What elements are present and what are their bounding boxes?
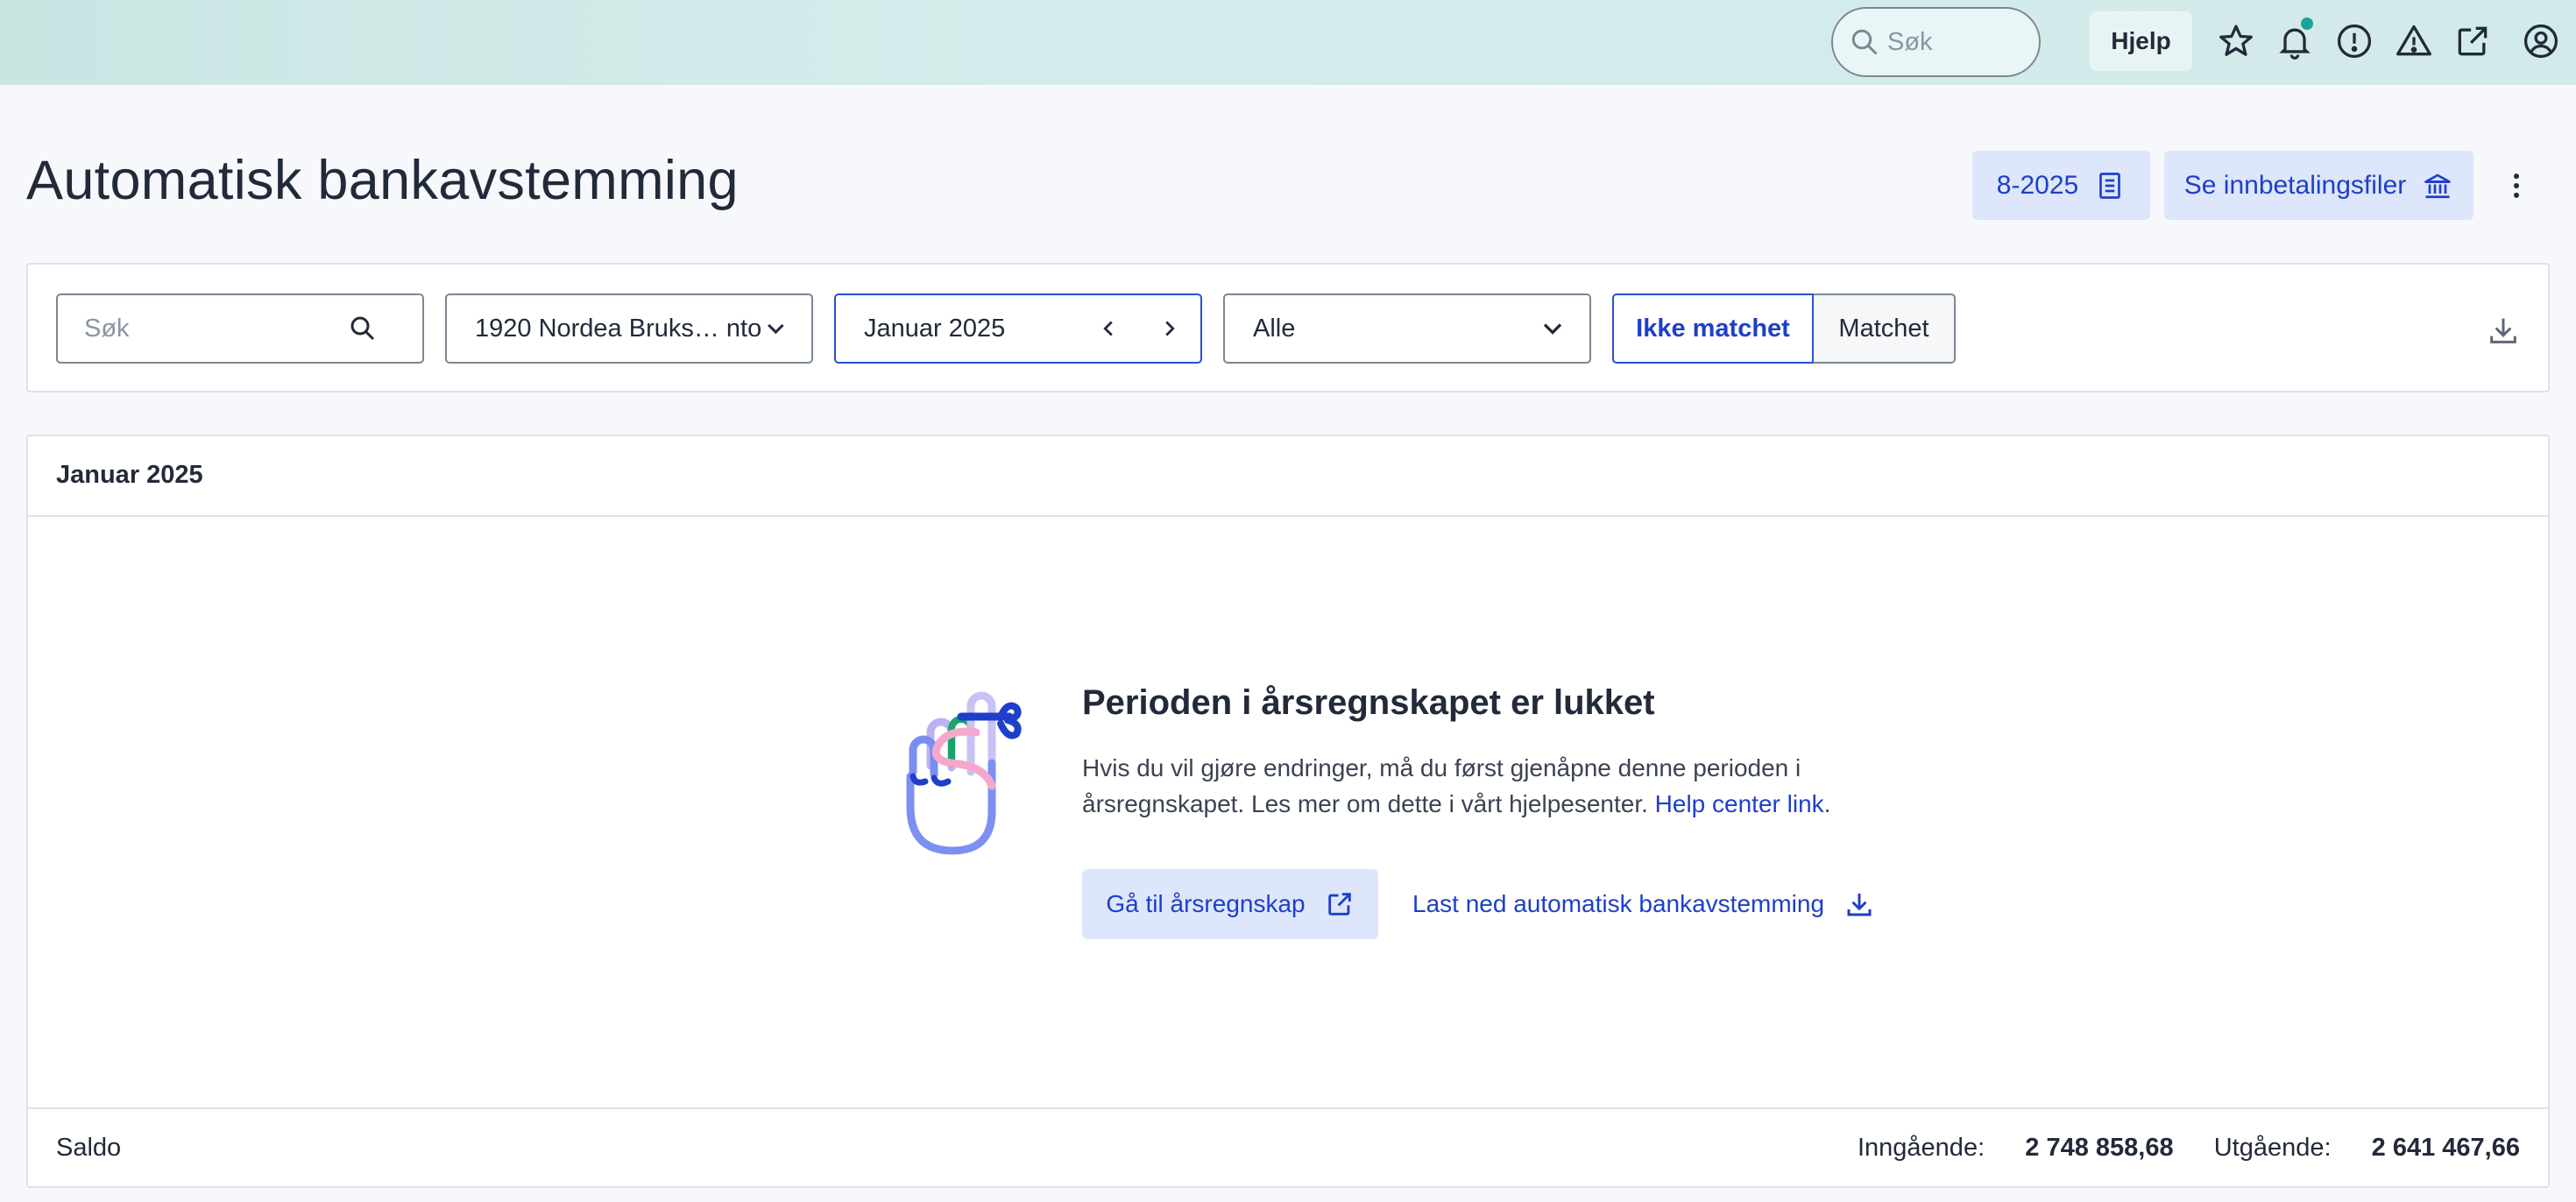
filter-panel: 1920 Nordea Bruks… nto Januar 2025 Alle … — [26, 263, 2550, 392]
document-list-icon — [2099, 172, 2121, 199]
top-bar: Hjelp — [0, 0, 2576, 85]
star-icon — [2219, 25, 2253, 56]
search-icon — [350, 316, 375, 341]
period-picker[interactable]: Januar 2025 — [834, 293, 1202, 364]
empty-state-text: Hvis du vil gjøre endringer, må du først… — [1082, 750, 1888, 822]
external-link-icon — [1327, 893, 1351, 916]
download-reconciliation-label: Last ned automatisk bankavstemming — [1412, 890, 1825, 917]
status-button[interactable] — [2332, 19, 2376, 63]
accounting-period-label: 8-2025 — [1996, 170, 2079, 200]
card-heading: Januar 2025 — [56, 461, 203, 489]
help-button[interactable]: Hjelp — [2090, 11, 2192, 71]
next-period-button[interactable] — [1139, 295, 1200, 362]
matched-tab[interactable]: Matchet — [1814, 293, 1956, 364]
incoming-label: Inngående: — [1857, 1134, 1985, 1162]
chevron-right-icon — [1165, 321, 1175, 336]
account-select[interactable]: 1920 Nordea Bruks… nto — [445, 293, 813, 364]
alert-circle-icon — [2337, 24, 2372, 59]
status-select-value: Alle — [1253, 314, 1296, 343]
search-icon — [1851, 29, 1878, 55]
help-center-link[interactable]: Help center link — [1655, 790, 1824, 817]
transaction-search[interactable] — [56, 293, 424, 364]
notifications-button[interactable] — [2273, 18, 2317, 63]
download-icon — [1847, 894, 1872, 916]
user-circle-icon — [2523, 24, 2558, 59]
warnings-button[interactable] — [2392, 19, 2436, 63]
page-title: Automatisk bankavstemming — [26, 150, 739, 211]
period-picker-value: Januar 2025 — [864, 314, 1006, 343]
payment-files-button[interactable]: Se innbetalingsfiler — [2164, 151, 2473, 220]
download-icon — [2490, 318, 2516, 343]
account-select-value: 1920 Nordea Bruks… nto — [475, 314, 762, 343]
not-matched-tab[interactable]: Ikke matchet — [1612, 293, 1814, 364]
incoming-value: 2 748 858,68 — [2025, 1134, 2174, 1162]
balances: Inngående: 2 748 858,68 Utgående: 2 641 … — [1858, 1134, 2520, 1163]
card-header: Januar 2025 — [28, 436, 2548, 517]
user-menu-button[interactable] — [2519, 19, 2563, 63]
chevron-down-icon — [1543, 323, 1562, 335]
chevron-left-icon — [1103, 321, 1113, 336]
payment-files-label: Se innbetalingsfiler — [2183, 170, 2407, 200]
empty-state-period: . — [1823, 790, 1831, 817]
outgoing-label: Utgående: — [2213, 1134, 2332, 1162]
balance-footer: Saldo Inngående: 2 748 858,68 Utgående: … — [28, 1107, 2548, 1186]
favorite-button[interactable] — [2214, 19, 2258, 63]
notification-dot — [2301, 18, 2313, 30]
warning-icon — [2396, 25, 2431, 56]
chevron-down-icon — [768, 323, 784, 335]
more-vertical-icon — [2514, 173, 2519, 198]
bank-icon — [2424, 173, 2452, 198]
export-button[interactable] — [2481, 308, 2525, 352]
outgoing-value: 2 641 467,66 — [2371, 1134, 2520, 1162]
more-options-button[interactable] — [2497, 166, 2536, 205]
reconciliation-card: Januar 2025 Perioden i årsregnskapet er … — [26, 435, 2550, 1188]
external-link-icon — [2458, 26, 2488, 56]
saldo-label: Saldo — [56, 1134, 122, 1162]
empty-state-title: Perioden i årsregnskapet er lukket — [1082, 683, 1655, 722]
global-search-input[interactable] — [1887, 27, 2028, 57]
transaction-search-input[interactable] — [58, 314, 347, 343]
hand-reminder-illustration — [906, 691, 1022, 855]
download-reconciliation-link[interactable]: Last ned automatisk bankavstemming — [1412, 869, 1875, 939]
global-search[interactable] — [1831, 7, 2041, 77]
status-select[interactable]: Alle — [1223, 293, 1591, 364]
open-external-button[interactable] — [2451, 19, 2495, 63]
accounting-period-button[interactable]: 8-2025 — [1972, 151, 2150, 220]
go-to-annual-accounts-label: Gå til årsregnskap — [1106, 890, 1306, 917]
previous-period-button[interactable] — [1078, 295, 1139, 362]
go-to-annual-accounts-button[interactable]: Gå til årsregnskap — [1082, 869, 1378, 939]
match-toggle: Ikke matchet Matchet — [1612, 293, 1956, 364]
